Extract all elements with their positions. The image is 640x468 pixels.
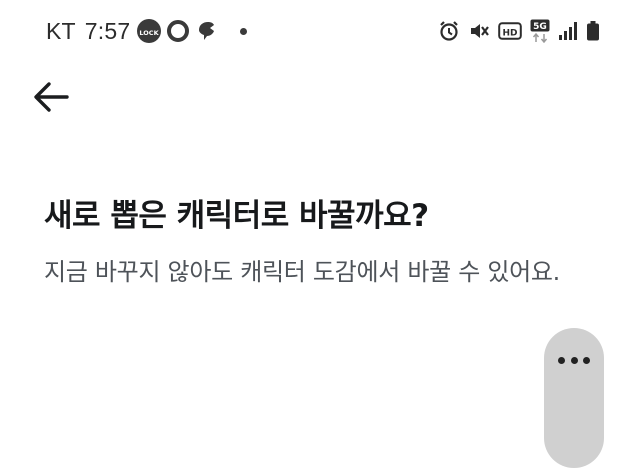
more-notifications-dot (240, 27, 248, 35)
more-dot (583, 356, 590, 364)
dialog-title: 새로 뽑은 캐릭터로 바꿀까요? (44, 198, 429, 234)
more-dot (558, 356, 565, 364)
hd-badge-text: HD (502, 28, 517, 38)
carrier-label: KT (46, 17, 76, 44)
network-5g-icon: 5G (530, 19, 550, 43)
more-horizontal-icon (558, 356, 590, 364)
dialog-description: 지금 바꾸지 않아도 캐릭터 도감에서 바꿀 수 있어요. (44, 258, 561, 286)
status-clock: 7:57 (84, 17, 131, 44)
mute-icon (468, 20, 490, 42)
status-left: KT 7:57 LOCK (46, 14, 248, 48)
back-button[interactable] (26, 72, 76, 122)
lock-app-icon: LOCK (136, 18, 162, 44)
alarm-icon (438, 20, 460, 42)
signal-icon (558, 20, 578, 42)
arrow-left-icon (34, 82, 69, 112)
floating-more-handle[interactable] (544, 328, 604, 468)
hd-voice-icon: HD (498, 21, 522, 41)
more-dot (570, 356, 578, 364)
status-bar: KT 7:57 LOCK HD 5G (0, 0, 640, 62)
chat-app-icon (194, 18, 220, 44)
battery-icon (586, 20, 600, 42)
ring-app-icon (166, 18, 190, 44)
status-right: HD 5G (430, 16, 600, 46)
lock-badge-text: LOCK (140, 29, 160, 37)
network-badge-text: 5G (533, 22, 547, 32)
